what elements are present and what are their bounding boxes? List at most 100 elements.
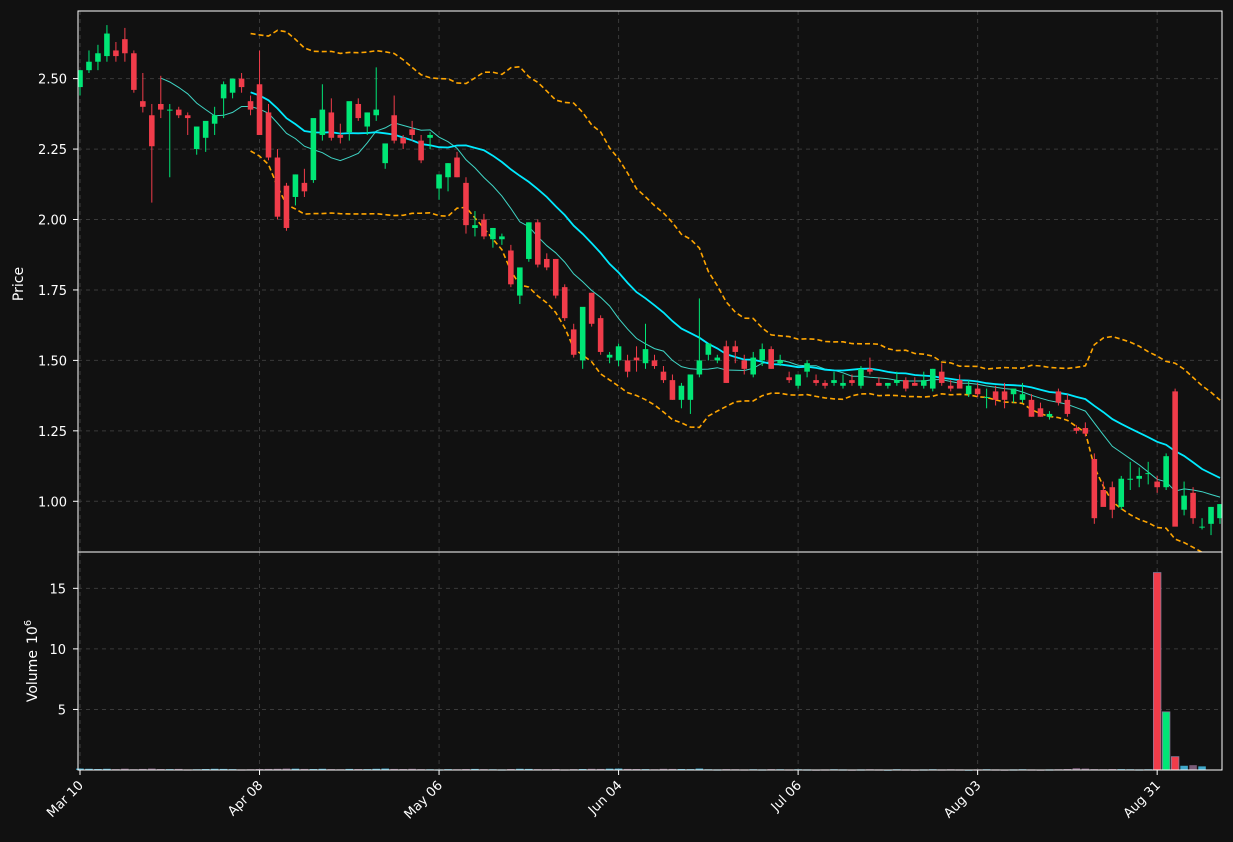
candle-body (1145, 473, 1151, 475)
candle-body (166, 109, 173, 111)
candle-body (947, 385, 954, 389)
candle-body (337, 134, 344, 138)
candle-body (256, 84, 263, 135)
candle-body (552, 258, 559, 296)
candle-body (696, 360, 703, 375)
candle (1163, 453, 1169, 491)
candle-body (1109, 487, 1116, 510)
volume-bar (1152, 572, 1162, 771)
candle (588, 292, 595, 327)
volume-bar (1161, 711, 1171, 771)
candle (723, 340, 730, 383)
volume-tick-label: 10 (49, 643, 66, 658)
price-tick-label: 1.75 (38, 284, 67, 299)
candle-body (1055, 391, 1062, 403)
candle-body (579, 306, 586, 361)
chart-background (0, 0, 1233, 842)
candle-body (570, 329, 577, 355)
candle-body (1091, 459, 1098, 519)
candle (1172, 388, 1178, 527)
candle (768, 346, 774, 369)
candle-body (912, 382, 918, 386)
candle-body (301, 182, 308, 192)
candle-body (445, 163, 451, 178)
candle-body (1100, 490, 1107, 507)
candle-body (938, 371, 945, 383)
candle (274, 149, 281, 220)
volume-axis-exponent-power: 6 (23, 620, 34, 626)
candle-body (920, 380, 927, 386)
candle-body (1046, 413, 1053, 417)
candle-body (454, 157, 460, 178)
price-tick-label: 1.25 (38, 425, 67, 440)
candle-body (669, 380, 676, 400)
candle-body (229, 78, 236, 93)
candle-body (795, 374, 801, 386)
candle-body (885, 382, 891, 386)
candle-body (633, 357, 640, 361)
price-tick-label: 1.50 (38, 354, 67, 369)
candle-body (382, 143, 388, 164)
candle-body (786, 377, 792, 381)
candle (929, 368, 936, 392)
candle-body (983, 397, 990, 399)
price-tick-label: 2.50 (38, 73, 67, 88)
price-tick-label: 2.00 (38, 214, 67, 229)
candle-body (741, 360, 748, 369)
candle-body (929, 368, 936, 389)
candle-body (122, 39, 128, 54)
candle-body (759, 349, 765, 361)
candle (508, 244, 514, 288)
candle-body (974, 388, 981, 395)
candle-body (561, 287, 568, 319)
candle-body (409, 129, 415, 135)
candle-body (499, 236, 505, 240)
candle-body (490, 227, 496, 240)
candle-body (104, 33, 110, 57)
candle-body (1181, 495, 1187, 510)
candle-body (1163, 456, 1169, 488)
price-tick-label: 1.00 (38, 495, 67, 510)
candle-body (131, 53, 137, 90)
candle (526, 222, 532, 262)
candle-body (265, 112, 272, 158)
candle-body (140, 101, 146, 107)
candle-body (202, 120, 209, 138)
candle-body (876, 382, 882, 386)
candle-body (472, 225, 478, 228)
candle-body (642, 349, 649, 364)
candle-body (992, 391, 999, 400)
candle-body (1208, 506, 1214, 524)
candle-body (768, 349, 774, 369)
candle-body (355, 103, 362, 119)
candle-body (463, 182, 469, 226)
candle-body (588, 292, 595, 324)
candle-body (615, 346, 622, 361)
candle-body (193, 126, 200, 150)
candle (535, 219, 541, 268)
candle-body (732, 346, 739, 352)
candle-body (220, 84, 227, 99)
candle-body (247, 101, 254, 110)
candle-body (1028, 399, 1035, 417)
volume-bar (1198, 766, 1206, 770)
candle-body (651, 360, 658, 367)
candle-body (867, 368, 873, 372)
candle-body (1127, 478, 1134, 480)
candle-body (175, 109, 182, 116)
candle-body (705, 343, 712, 355)
candle-body (687, 374, 694, 400)
price-tick-label: 2.25 (38, 143, 67, 158)
candle-body (777, 360, 783, 364)
candle-body (822, 382, 828, 386)
candle-body (965, 385, 972, 395)
candle-body (804, 363, 810, 372)
candle-body (517, 267, 523, 296)
volume-tick-label: 5 (58, 703, 66, 718)
candle-body (1136, 475, 1142, 479)
candle-body (292, 174, 299, 197)
volume-bar (1180, 765, 1188, 770)
candle-body (678, 385, 685, 400)
candle (552, 258, 559, 299)
candle-body (813, 380, 819, 383)
